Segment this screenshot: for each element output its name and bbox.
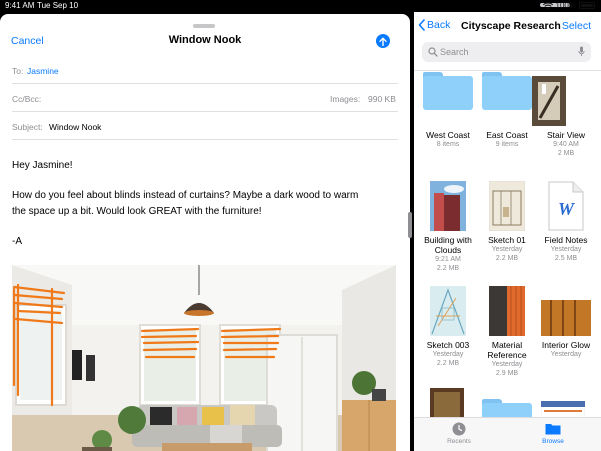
tab-recents-label: Recents <box>447 438 471 445</box>
file-date: Yesterday <box>550 246 582 253</box>
select-button[interactable]: Select <box>562 20 591 32</box>
file-meta: 8 items <box>436 141 460 148</box>
building-clouds-thumbnail <box>430 181 466 231</box>
message-body[interactable]: Hey Jasmine! How do you feel about blind… <box>12 158 398 264</box>
file-name: West Coast <box>426 130 470 140</box>
images-size[interactable]: 990 KB <box>368 94 396 104</box>
sketch-01-thumbnail <box>489 181 525 231</box>
file-date: 9:21 AM <box>435 256 461 263</box>
cc-bcc-label: Cc/Bcc: <box>12 94 42 104</box>
file-name: Interior Glow <box>541 340 591 350</box>
file-size: 2.2 MB <box>436 265 460 272</box>
file-date: Yesterday <box>550 351 582 358</box>
file-name: Stair View <box>546 130 586 140</box>
file-name: Building with Clouds <box>424 235 472 255</box>
tab-browse[interactable]: Browse <box>523 422 583 445</box>
file-item-sketch-003[interactable]: Sketch 003 Yesterday 2.2 MB <box>417 282 479 368</box>
file-size: 2.2 MB <box>495 255 519 262</box>
body-line-1: How do you feel about blinds instead of … <box>12 190 359 201</box>
status-right: 100% <box>542 1 595 10</box>
file-name: Sketch 01 <box>488 235 526 245</box>
search-bar[interactable] <box>422 42 591 62</box>
file-meta: 9 items <box>495 141 519 148</box>
status-date: Tue Sep 10 <box>37 1 79 10</box>
to-recipient[interactable]: Jasmine <box>27 66 59 76</box>
file-item-building-with-clouds[interactable]: Building with Clouds 9:21 AM 2.2 MB <box>417 177 479 273</box>
search-icon <box>428 47 438 57</box>
images-label: Images: <box>330 94 361 104</box>
body-line-2: the space up a bit. Would look GREAT wit… <box>12 206 262 217</box>
mail-compose: Cancel Window Nook To: Jasmine Cc/Bcc: I… <box>0 14 410 451</box>
partial-folder-icon <box>482 399 532 419</box>
partial-thumbnail-1 <box>430 388 464 418</box>
file-name: Material Reference <box>487 340 527 360</box>
file-date: 9:40 AM <box>553 141 579 148</box>
file-item-field-notes[interactable]: W Field Notes Yesterday 2.5 MB <box>535 177 597 263</box>
folder-title: Cityscape Research <box>461 20 561 32</box>
clock-icon <box>452 422 466 436</box>
status-time: 9:41 AM <box>5 1 35 10</box>
send-button[interactable] <box>376 34 390 48</box>
chevron-left-icon <box>418 19 425 31</box>
arrow-up-icon <box>379 37 387 46</box>
stair-view-thumbnail <box>532 76 566 126</box>
compose-nav-bar: Cancel Window Nook <box>0 30 410 54</box>
file-size: 2.2 MB <box>436 360 460 367</box>
body-signoff: -A <box>12 236 22 247</box>
file-item-stair-view[interactable]: Stair View 9:40 AM 2 MB <box>532 72 597 158</box>
subject-label: Subject: <box>12 122 43 132</box>
file-item-interior-glow[interactable]: Interior Glow Yesterday <box>535 282 597 359</box>
file-size: 2 MB <box>557 150 575 157</box>
search-input[interactable] <box>440 44 570 60</box>
folder-tab-icon <box>545 424 561 435</box>
sheet-grabber[interactable] <box>193 24 215 28</box>
file-name: Field Notes <box>544 235 588 245</box>
subject-field[interactable]: Subject: Window Nook <box>12 112 398 140</box>
split-view-divider-handle[interactable] <box>408 212 412 238</box>
file-name: East Coast <box>486 130 528 140</box>
battery-percent: 100% <box>555 1 576 10</box>
battery-icon <box>579 2 595 9</box>
file-date: Yesterday <box>491 361 523 368</box>
back-label: Back <box>427 19 451 31</box>
ipad-screen: 9:41 AM Tue Sep 10 100% Cancel Window No… <box>0 0 601 451</box>
attached-room-photo[interactable] <box>12 265 396 451</box>
file-name: Sketch 003 <box>426 340 470 350</box>
folder-icon <box>423 72 473 110</box>
tab-bar: Recents Browse <box>414 417 601 451</box>
room-photo-illustration <box>12 265 396 451</box>
wifi-icon <box>542 1 553 9</box>
to-label: To: <box>12 66 24 76</box>
status-bar: 9:41 AM Tue Sep 10 100% <box>0 0 601 12</box>
tab-browse-label: Browse <box>542 438 564 445</box>
file-item-east-coast[interactable]: East Coast 9 items <box>476 72 538 149</box>
cc-bcc-field[interactable]: Cc/Bcc: Images: 990 KB <box>12 84 398 112</box>
svg-text:W: W <box>558 199 576 219</box>
body-greeting: Hey Jasmine! <box>12 160 73 171</box>
file-size: 2.9 MB <box>495 370 519 377</box>
subject-value[interactable]: Window Nook <box>49 122 101 132</box>
file-item-west-coast[interactable]: West Coast 8 items <box>417 72 479 149</box>
header-separator <box>414 70 601 71</box>
file-item-material-reference[interactable]: Material Reference Yesterday 2.9 MB <box>476 282 538 378</box>
compose-title: Window Nook <box>168 34 242 46</box>
word-document-icon: W <box>548 181 584 231</box>
file-size: 2.5 MB <box>554 255 578 262</box>
sketch-003-thumbnail <box>430 286 466 336</box>
material-reference-thumbnail <box>489 286 525 336</box>
file-date: Yesterday <box>432 351 464 358</box>
microphone-icon[interactable] <box>578 46 585 57</box>
tab-recents[interactable]: Recents <box>429 422 489 445</box>
file-date: Yesterday <box>491 246 523 253</box>
back-button[interactable]: Back <box>418 19 450 31</box>
files-browser: Back Cityscape Research Select West Coas… <box>414 12 601 451</box>
to-field[interactable]: To: Jasmine <box>12 56 398 84</box>
file-item-sketch-01[interactable]: Sketch 01 Yesterday 2.2 MB <box>476 177 538 263</box>
interior-glow-thumbnail <box>541 300 591 336</box>
folder-icon <box>482 72 532 110</box>
